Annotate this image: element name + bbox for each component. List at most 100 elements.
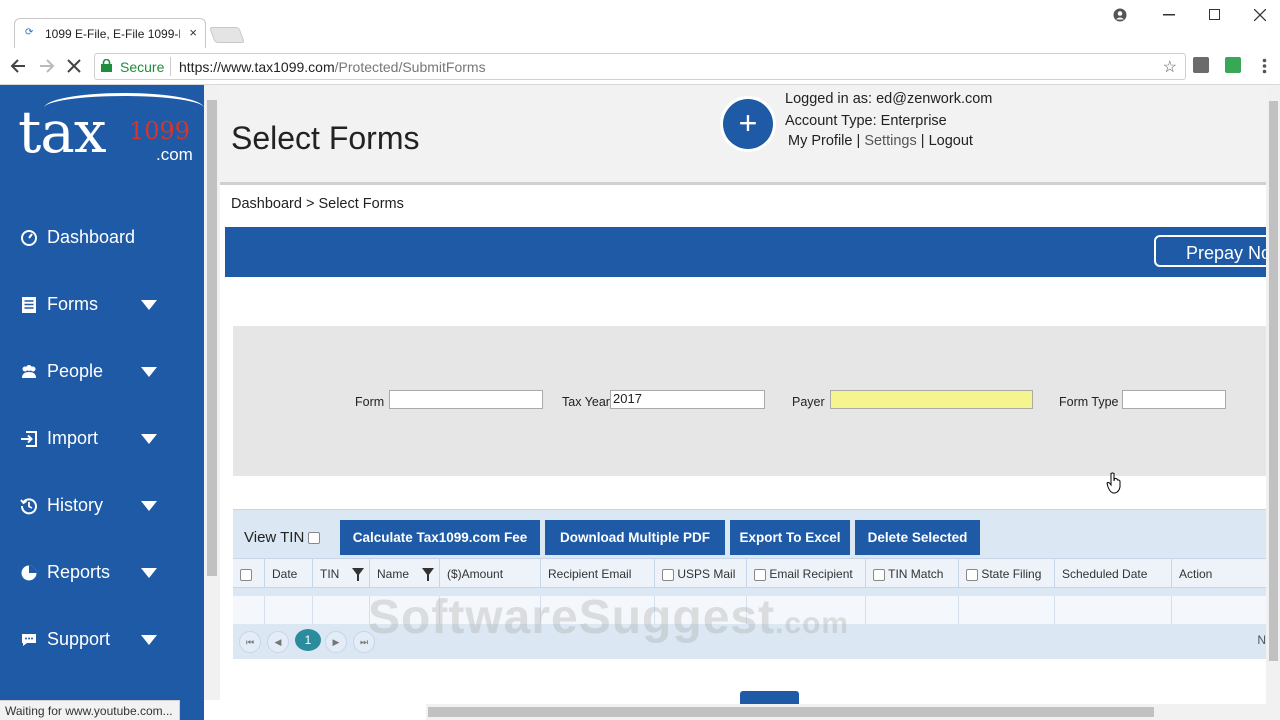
stop-icon[interactable]	[66, 58, 82, 74]
chat-icon	[22, 634, 36, 646]
bookmark-star-icon[interactable]: ☆	[1163, 57, 1177, 77]
page-title: Select Forms	[231, 120, 420, 156]
payer-input[interactable]	[830, 390, 1033, 409]
current-page[interactable]: 1	[295, 629, 321, 651]
form-type-input[interactable]	[1122, 390, 1226, 409]
logout-link[interactable]: Logout	[929, 133, 973, 149]
tax-year-label: Tax Year	[562, 395, 610, 409]
table-cell	[313, 596, 370, 624]
first-page-button[interactable]: ⏮	[239, 631, 261, 653]
col-tin-match-label: TIN Match	[888, 567, 944, 581]
tax-year-input[interactable]: 2017	[610, 390, 765, 409]
calculate-fee-button[interactable]: Calculate Tax1099.com Fee	[340, 520, 540, 555]
table-cell	[233, 596, 265, 624]
bottom-button[interactable]	[740, 691, 799, 704]
export-excel-button[interactable]: Export To Excel	[730, 520, 850, 555]
chevron-down-icon[interactable]	[141, 300, 157, 310]
my-profile-link[interactable]: My Profile	[788, 133, 852, 149]
select-all-checkbox[interactable]	[240, 568, 252, 581]
sidebar-scrollbar[interactable]	[204, 85, 220, 700]
sidebar-item-label: Forms	[47, 294, 98, 314]
next-page-button[interactable]: ▶	[325, 631, 347, 653]
sidebar-item-support[interactable]: Support	[0, 620, 204, 660]
chevron-down-icon[interactable]	[141, 501, 157, 511]
usps-mail-checkbox[interactable]	[662, 568, 674, 581]
delete-selected-button[interactable]: Delete Selected	[855, 520, 980, 555]
sidebar-item-people[interactable]: People	[0, 352, 204, 392]
col-recipient-email[interactable]: Recipient Email	[541, 559, 655, 588]
prev-page-button[interactable]: ◀	[267, 631, 289, 653]
pie-chart-icon	[21, 565, 37, 581]
chevron-down-icon[interactable]	[141, 635, 157, 645]
add-button[interactable]: +	[723, 99, 773, 149]
sidebar-item-import[interactable]: Import	[0, 419, 204, 459]
minimize-icon[interactable]	[1163, 14, 1175, 16]
form-input[interactable]	[389, 390, 543, 409]
form-type-label: Form Type	[1059, 395, 1119, 409]
filter-icon[interactable]	[422, 568, 434, 581]
history-icon	[20, 498, 37, 515]
col-amount[interactable]: ($)Amount	[440, 559, 541, 588]
col-name-label: Name	[377, 567, 410, 581]
col-tin-match[interactable]: TIN Match	[866, 559, 959, 588]
filter-icon[interactable]	[352, 568, 364, 581]
view-tin-checkbox[interactable]	[308, 532, 321, 545]
horizontal-scrollbar[interactable]	[426, 704, 1280, 720]
sidebar-item-dashboard[interactable]: Dashboard	[0, 218, 204, 258]
link-separator: |	[856, 133, 861, 149]
tin-match-checkbox[interactable]	[873, 568, 885, 581]
extension-icon[interactable]	[1193, 57, 1209, 73]
page-scrollbar[interactable]	[1266, 85, 1280, 705]
account-links: My Profile | Settings | Logout	[788, 133, 973, 149]
sidebar-item-reports[interactable]: Reports	[0, 553, 204, 593]
menu-kebab-icon[interactable]	[1262, 58, 1267, 74]
email-recipient-checkbox[interactable]	[754, 568, 766, 581]
window-close-icon[interactable]	[1254, 9, 1266, 21]
col-state-filing[interactable]: State Filing	[959, 559, 1055, 588]
forward-icon[interactable]	[39, 58, 55, 74]
scrollbar-thumb[interactable]	[428, 707, 1154, 717]
col-scheduled-date[interactable]: Scheduled Date	[1055, 559, 1172, 588]
tab-close-icon[interactable]: ×	[189, 25, 197, 40]
breadcrumb[interactable]: Dashboard > Select Forms	[231, 196, 404, 212]
col-name[interactable]: Name	[370, 559, 440, 588]
view-tin-toggle[interactable]: View TIN	[244, 529, 321, 546]
prepay-now-button[interactable]: Prepay No	[1154, 235, 1280, 267]
page-header: Select Forms + Logged in as: ed@zenwork.…	[220, 85, 1266, 185]
dashboard-icon	[21, 230, 37, 246]
col-tin[interactable]: TIN	[313, 559, 370, 588]
settings-link[interactable]: Settings	[864, 133, 916, 149]
chevron-down-icon[interactable]	[141, 367, 157, 377]
extension-green-icon[interactable]	[1225, 57, 1241, 73]
filter-panel: Form Tax Year 2017 Payer Form Type	[233, 326, 1266, 476]
address-bar[interactable]: Secure https://www.tax1099.com/Protected…	[94, 53, 1186, 80]
tab-title: 1099 E-File, E-File 1099-M	[45, 27, 180, 41]
col-email-recipient[interactable]: Email Recipient	[747, 559, 866, 588]
table-header: Date TIN Name ($)Amount Recipient Email …	[233, 558, 1266, 588]
omnibox-divider	[170, 57, 171, 76]
new-tab-button[interactable]	[209, 27, 245, 43]
col-usps-mail[interactable]: USPS Mail	[655, 559, 747, 588]
scrollbar-thumb[interactable]	[1269, 101, 1278, 661]
download-pdf-button[interactable]: Download Multiple PDF	[545, 520, 725, 555]
state-filing-checkbox[interactable]	[966, 568, 978, 581]
form-label: Form	[355, 395, 385, 409]
chevron-down-icon[interactable]	[141, 568, 157, 578]
browser-tab[interactable]: ⟳ 1099 E-File, E-File 1099-M ×	[14, 18, 206, 48]
maximize-icon[interactable]	[1209, 9, 1220, 20]
col-action[interactable]: Action	[1172, 559, 1266, 588]
back-icon[interactable]	[10, 58, 26, 74]
loading-icon: ⟳	[25, 27, 34, 38]
sidebar-item-label: Support	[47, 629, 111, 649]
profile-icon[interactable]	[1113, 8, 1127, 22]
sidebar-item-label: Import	[47, 428, 99, 448]
scrollbar-thumb[interactable]	[207, 100, 217, 576]
sidebar-item-forms[interactable]: Forms	[0, 285, 204, 325]
col-date[interactable]: Date	[265, 559, 313, 588]
tax1099-logo[interactable]: tax 1099 .com	[16, 93, 206, 173]
sidebar-item-history[interactable]: History	[0, 486, 204, 526]
logo-number: 1099	[129, 117, 191, 145]
chevron-down-icon[interactable]	[141, 434, 157, 444]
watermark-suffix: .com	[775, 607, 850, 640]
table-cell	[265, 596, 313, 624]
